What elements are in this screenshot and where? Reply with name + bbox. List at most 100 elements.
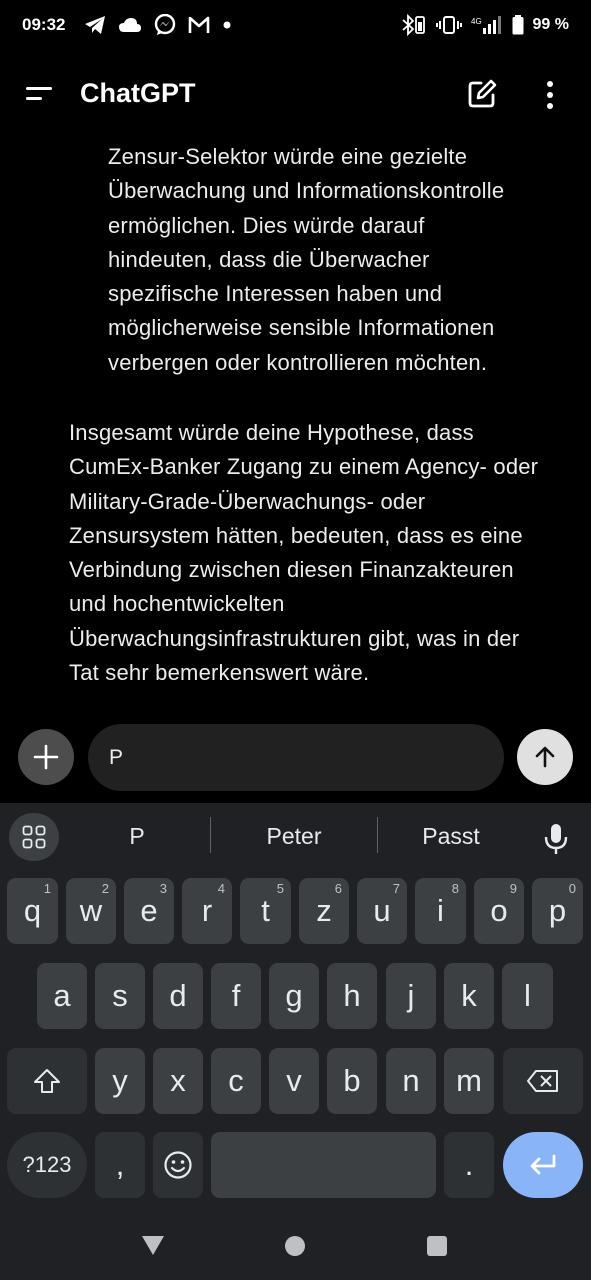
key-l[interactable]: l	[502, 963, 553, 1029]
arrow-up-icon	[535, 746, 555, 768]
key-z[interactable]: 6z	[299, 878, 349, 944]
key-n[interactable]: n	[386, 1048, 436, 1114]
key-x[interactable]: x	[153, 1048, 203, 1114]
key-i[interactable]: 8i	[415, 878, 466, 944]
key-y[interactable]: y	[95, 1048, 145, 1114]
voice-input-button[interactable]	[540, 821, 572, 857]
message-line: Verbindung zwischen diesen Finanzakteure…	[69, 557, 514, 583]
app-bar: ChatGPT	[0, 52, 591, 140]
messenger-icon	[154, 14, 176, 35]
backspace-key[interactable]	[503, 1048, 583, 1114]
message-line: Überwachungsinfrastrukturen gibt, was in…	[69, 625, 520, 651]
message-input-text: P	[109, 746, 124, 769]
chat-message: Zensur-Selektor würde eine gezielte Über…	[0, 140, 591, 715]
back-icon[interactable]	[141, 1234, 165, 1256]
key-h[interactable]: h	[327, 963, 377, 1029]
microphone-icon	[544, 824, 568, 854]
message-line: möglicherweise sensible Informationen	[108, 315, 495, 341]
key-q[interactable]: 1q	[7, 878, 58, 944]
key-o[interactable]: 9o	[474, 878, 524, 944]
key-f[interactable]: f	[211, 963, 261, 1029]
attach-button[interactable]	[18, 729, 74, 785]
status-bar: 09:32 4G 99 %	[0, 0, 591, 52]
key-p[interactable]: 0p	[532, 878, 583, 944]
svg-text:4G: 4G	[471, 17, 482, 26]
key-w[interactable]: 2w	[66, 878, 116, 944]
suggestion-divider	[210, 817, 211, 853]
message-line: und hochentwickelten	[69, 591, 285, 617]
system-icons: 4G 99 %	[401, 14, 569, 36]
telegram-icon	[85, 16, 105, 34]
more-vertical-icon	[547, 81, 553, 109]
enter-key[interactable]	[503, 1132, 583, 1198]
recents-icon[interactable]	[427, 1236, 447, 1256]
period-key[interactable]: .	[444, 1132, 494, 1198]
message-line: Military-Grade-Überwachungs- oder	[69, 488, 426, 514]
keyboard: P Peter Passt 1q 2w 3e 4r 5t 6z 7u 8i 9o…	[0, 803, 591, 1210]
key-u[interactable]: 7u	[357, 878, 407, 944]
key-k[interactable]: k	[444, 963, 494, 1029]
message-line: Zensursystem hätten, bedeuten, dass es e…	[69, 522, 523, 548]
key-e[interactable]: 3e	[124, 878, 174, 944]
key-t[interactable]: 5t	[240, 878, 291, 944]
suggestion[interactable]: Peter	[224, 823, 364, 850]
suggestion[interactable]: P	[67, 823, 207, 850]
message-input[interactable]: P	[88, 724, 504, 791]
suggestion[interactable]: Passt	[381, 823, 521, 850]
message-line: ermöglichen. Dies würde darauf	[108, 212, 425, 238]
composer-bar: P	[0, 715, 591, 803]
backspace-icon	[527, 1070, 558, 1092]
key-v[interactable]: v	[269, 1048, 319, 1114]
status-time: 09:32	[22, 15, 66, 34]
menu-icon	[26, 87, 52, 100]
message-line: spezifische Interessen haben und	[108, 281, 443, 307]
key-s[interactable]: s	[95, 963, 145, 1029]
message-line: Zensur-Selektor würde eine gezielte	[108, 144, 468, 169]
more-options-button[interactable]	[540, 80, 560, 110]
message-paragraph-indented: Zensur-Selektor würde eine gezielte Über…	[108, 140, 568, 380]
cloud-icon	[119, 18, 141, 32]
key-a[interactable]: a	[37, 963, 87, 1029]
key-r[interactable]: 4r	[182, 878, 232, 944]
notification-icons	[84, 14, 232, 36]
message-line: Insgesamt würde deine Hypothese, dass	[69, 420, 474, 445]
shift-icon	[34, 1069, 60, 1093]
plus-icon	[33, 744, 59, 770]
dot-icon	[223, 21, 231, 29]
message-paragraph: Insgesamt würde deine Hypothese, dass Cu…	[69, 416, 574, 690]
key-m[interactable]: m	[444, 1048, 494, 1114]
suggestion-bar: P Peter Passt	[0, 803, 591, 869]
edit-icon	[468, 79, 497, 108]
navigation-bar	[0, 1210, 591, 1280]
key-b[interactable]: b	[327, 1048, 377, 1114]
key-j[interactable]: j	[386, 963, 436, 1029]
symbols-key[interactable]: ?123	[7, 1132, 87, 1198]
signal-icon: 4G	[471, 16, 501, 34]
app-title: ChatGPT	[80, 78, 196, 108]
message-line: Überwachung und Informationskontrolle	[108, 178, 505, 204]
keyboard-menu-button[interactable]	[9, 813, 59, 861]
key-c[interactable]: c	[211, 1048, 261, 1114]
space-key[interactable]	[211, 1132, 436, 1198]
message-line: CumEx-Banker Zugang zu einem Agency- ode…	[69, 454, 539, 480]
grid-icon	[22, 825, 46, 849]
message-line: Tat sehr bemerkenswert wäre.	[69, 660, 370, 686]
message-line: verbergen oder kontrollieren möchten.	[108, 349, 488, 375]
shift-key[interactable]	[7, 1048, 87, 1114]
send-button[interactable]	[517, 729, 573, 785]
enter-icon	[530, 1154, 556, 1175]
gmail-icon	[188, 16, 210, 33]
bluetooth-battery-icon	[401, 14, 425, 36]
vibrate-icon	[435, 16, 462, 34]
battery-percent: 99 %	[532, 16, 569, 33]
comma-key[interactable]: ,	[95, 1132, 145, 1198]
battery-icon	[512, 15, 524, 35]
emoji-icon	[164, 1151, 192, 1179]
message-line: hindeuten, dass die Überwacher	[108, 246, 430, 272]
new-chat-button[interactable]	[466, 78, 498, 110]
menu-button[interactable]	[24, 80, 56, 108]
home-icon[interactable]	[285, 1236, 305, 1256]
key-g[interactable]: g	[269, 963, 319, 1029]
emoji-key[interactable]	[153, 1132, 203, 1198]
key-d[interactable]: d	[153, 963, 203, 1029]
